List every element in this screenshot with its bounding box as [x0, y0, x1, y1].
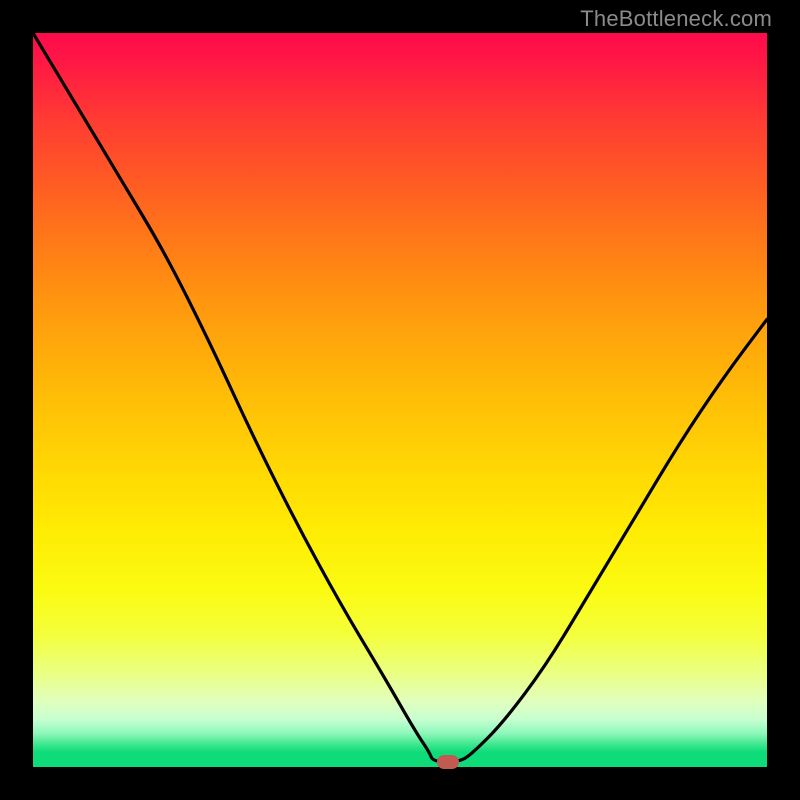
plot-area: [33, 33, 767, 767]
watermark-text: TheBottleneck.com: [580, 6, 772, 32]
optimum-marker: [437, 755, 459, 769]
chart-frame: TheBottleneck.com: [0, 0, 800, 800]
bottleneck-curve: [33, 33, 767, 767]
